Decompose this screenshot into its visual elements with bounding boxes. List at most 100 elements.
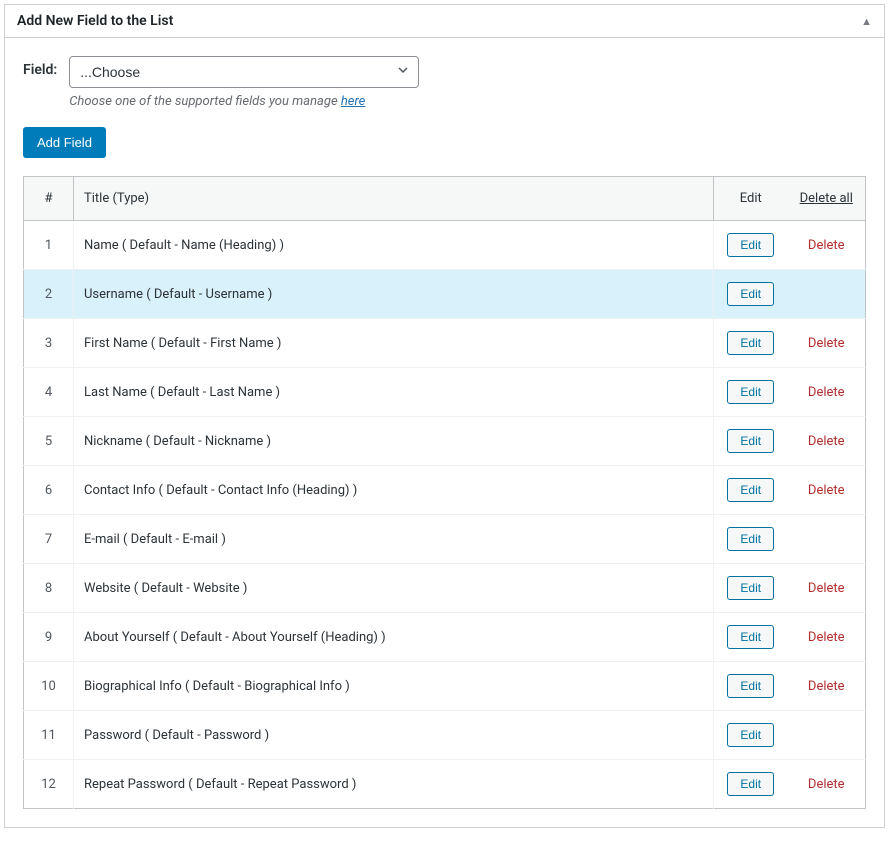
delete-link[interactable]: Delete [808, 238, 845, 253]
edit-button[interactable]: Edit [727, 282, 774, 306]
delete-all-link[interactable]: Delete all [800, 191, 853, 206]
fields-table: # Title (Type) Edit Delete all 1Name ( D… [23, 176, 866, 809]
table-row: 6Contact Info ( Default - Contact Info (… [24, 466, 866, 515]
row-delete-cell [788, 711, 866, 760]
row-title: Website ( Default - Website ) [74, 564, 714, 613]
panel-header: Add New Field to the List ▲ [5, 5, 884, 38]
col-header-delete: Delete all [788, 177, 866, 221]
row-num: 5 [24, 417, 74, 466]
row-title: Contact Info ( Default - Contact Info (H… [74, 466, 714, 515]
row-delete-cell: Delete [788, 613, 866, 662]
row-delete-cell: Delete [788, 319, 866, 368]
field-select[interactable]: ...Choose [69, 56, 419, 88]
delete-link[interactable]: Delete [808, 777, 845, 792]
help-text-prefix: Choose one of the supported fields you m… [69, 94, 341, 109]
edit-button[interactable]: Edit [727, 233, 774, 257]
edit-button[interactable]: Edit [727, 674, 774, 698]
row-num: 12 [24, 760, 74, 809]
row-delete-cell: Delete [788, 466, 866, 515]
row-num: 1 [24, 221, 74, 270]
edit-button[interactable]: Edit [727, 331, 774, 355]
table-row: 12Repeat Password ( Default - Repeat Pas… [24, 760, 866, 809]
row-delete-cell [788, 515, 866, 564]
panel-body: Field: ...Choose Choose one of the suppo… [5, 38, 884, 827]
row-title: Biographical Info ( Default - Biographic… [74, 662, 714, 711]
row-title: Last Name ( Default - Last Name ) [74, 368, 714, 417]
row-num: 11 [24, 711, 74, 760]
table-row: 2Username ( Default - Username ) Edit [24, 270, 866, 319]
delete-link[interactable]: Delete [808, 434, 845, 449]
col-header-title: Title (Type) [74, 177, 714, 221]
delete-link[interactable]: Delete [808, 483, 845, 498]
edit-button[interactable]: Edit [727, 625, 774, 649]
edit-button[interactable]: Edit [727, 772, 774, 796]
row-num: 10 [24, 662, 74, 711]
table-row: 9About Yourself ( Default - About Yourse… [24, 613, 866, 662]
table-row: 7E-mail ( Default - E-mail ) Edit [24, 515, 866, 564]
table-header-row: # Title (Type) Edit Delete all [24, 177, 866, 221]
row-num: 2 [24, 270, 74, 319]
row-delete-cell: Delete [788, 221, 866, 270]
edit-button[interactable]: Edit [727, 380, 774, 404]
row-delete-cell: Delete [788, 564, 866, 613]
edit-button[interactable]: Edit [727, 576, 774, 600]
row-num: 6 [24, 466, 74, 515]
delete-link[interactable]: Delete [808, 630, 845, 645]
delete-link[interactable]: Delete [808, 679, 845, 694]
row-edit-cell: Edit [714, 270, 788, 319]
table-row: 8Website ( Default - Website ) Edit Delete [24, 564, 866, 613]
delete-link[interactable]: Delete [808, 336, 845, 351]
collapse-toggle-icon[interactable]: ▲ [861, 15, 872, 28]
row-edit-cell: Edit [714, 564, 788, 613]
table-row: 5Nickname ( Default - Nickname ) Edit Dele… [24, 417, 866, 466]
table-row: 10Biographical Info ( Default - Biograph… [24, 662, 866, 711]
delete-link[interactable]: Delete [808, 581, 845, 596]
row-edit-cell: Edit [714, 613, 788, 662]
panel-title: Add New Field to the List [17, 13, 173, 29]
row-title: About Yourself ( Default - About Yoursel… [74, 613, 714, 662]
edit-button[interactable]: Edit [727, 527, 774, 551]
row-title: Username ( Default - Username ) [74, 270, 714, 319]
table-row: 1Name ( Default - Name (Heading) ) Edit De… [24, 221, 866, 270]
edit-button[interactable]: Edit [727, 723, 774, 747]
row-title: Nickname ( Default - Nickname ) [74, 417, 714, 466]
row-edit-cell: Edit [714, 515, 788, 564]
row-num: 9 [24, 613, 74, 662]
row-num: 8 [24, 564, 74, 613]
help-text: Choose one of the supported fields you m… [69, 94, 419, 109]
row-title: Repeat Password ( Default - Repeat Passw… [74, 760, 714, 809]
row-title: Name ( Default - Name (Heading) ) [74, 221, 714, 270]
help-link[interactable]: here [341, 94, 365, 109]
row-delete-cell: Delete [788, 368, 866, 417]
row-num: 7 [24, 515, 74, 564]
col-header-num: # [24, 177, 74, 221]
field-label: Field: [23, 56, 57, 78]
row-edit-cell: Edit [714, 368, 788, 417]
row-edit-cell: Edit [714, 319, 788, 368]
row-num: 4 [24, 368, 74, 417]
add-field-panel: Add New Field to the List ▲ Field: ...Ch… [4, 4, 885, 828]
field-row: Field: ...Choose Choose one of the suppo… [23, 56, 866, 109]
row-edit-cell: Edit [714, 417, 788, 466]
row-edit-cell: Edit [714, 760, 788, 809]
add-field-button[interactable]: Add Field [23, 127, 106, 158]
row-title: Password ( Default - Password ) [74, 711, 714, 760]
row-delete-cell: Delete [788, 417, 866, 466]
table-row: 3First Name ( Default - First Name ) Edit… [24, 319, 866, 368]
delete-link[interactable]: Delete [808, 385, 845, 400]
select-container: ...Choose [69, 56, 419, 88]
row-edit-cell: Edit [714, 466, 788, 515]
row-delete-cell: Delete [788, 760, 866, 809]
field-select-wrap: ...Choose Choose one of the supported fi… [69, 56, 419, 109]
edit-button[interactable]: Edit [727, 478, 774, 502]
row-edit-cell: Edit [714, 221, 788, 270]
table-row: 11Password ( Default - Password ) Edit [24, 711, 866, 760]
row-delete-cell: Delete [788, 662, 866, 711]
row-title: E-mail ( Default - E-mail ) [74, 515, 714, 564]
row-num: 3 [24, 319, 74, 368]
row-edit-cell: Edit [714, 662, 788, 711]
row-edit-cell: Edit [714, 711, 788, 760]
edit-button[interactable]: Edit [727, 429, 774, 453]
row-title: First Name ( Default - First Name ) [74, 319, 714, 368]
table-row: 4Last Name ( Default - Last Name ) Edit De… [24, 368, 866, 417]
